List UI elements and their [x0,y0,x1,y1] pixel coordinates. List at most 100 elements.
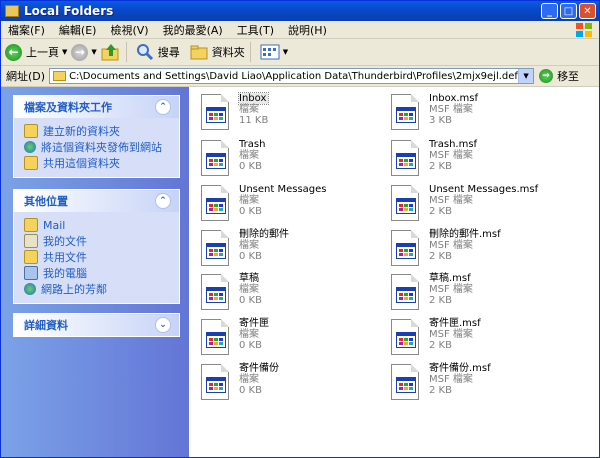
place-my-computer[interactable]: 我的電腦 [24,265,179,281]
file-size: 0 KB [239,251,262,262]
place-shared-documents[interactable]: 共用文件 [24,249,179,265]
explorer-window: Local Folders _ □ ✕ 檔案(F) 編輯(E) 檢視(V) 我的… [0,0,600,458]
place-my-documents[interactable]: 我的文件 [24,233,179,249]
menu-file[interactable]: 檔案(F) [1,22,52,38]
task-share-folder[interactable]: 共用這個資料夾 [24,155,179,171]
file-view: Inbox 檔案 11 KB Inbox.msf MSF 檔案 3 KB Trash 檔案… [189,87,599,457]
up-button[interactable] [101,43,121,61]
shared-documents-icon [24,250,38,264]
close-button[interactable]: ✕ [579,3,596,19]
file-item[interactable]: Trash.msf MSF 檔案 2 KB [389,139,579,183]
other-places-panel: 其他位置 ⌃ Mail 我的文件 共用文件 我的電腦 網路上的芳鄰 [13,189,180,304]
forward-dropdown-icon[interactable]: ▼ [91,48,96,56]
file-type: MSF 檔案 [429,150,473,161]
address-dropdown-icon[interactable]: ▼ [518,69,534,83]
task-pane: 檔案及資料夾工作 ⌃ 建立新的資料夾 將這個資料夾發佈到網站 共用這個資料夾 其… [1,87,189,457]
menu-help[interactable]: 說明(H) [281,22,334,38]
address-label: 網址(D) [6,70,46,83]
details-title: 詳細資料 [24,319,68,332]
file-type: 檔案 [239,104,259,115]
shared-folder-icon [24,156,38,170]
file-name: Unsent Messages.msf [429,184,539,195]
file-name: Unsent Messages [239,184,327,195]
file-icon [199,363,235,405]
go-arrow-icon: → [539,69,554,83]
file-item[interactable]: 寄件備份.msf MSF 檔案 2 KB [389,363,579,407]
forward-arrow-icon: → [71,43,89,61]
menu-favorites[interactable]: 我的最愛(A) [156,22,230,38]
file-item[interactable]: Inbox 檔案 11 KB [199,92,389,137]
forward-button[interactable]: → ▼ [71,43,97,61]
file-size: 2 KB [429,161,452,172]
documents-icon [24,234,38,248]
folder-icon [53,71,67,81]
views-dropdown-icon[interactable]: ▼ [283,48,288,56]
file-item[interactable]: Trash 檔案 0 KB [199,139,389,183]
place-label: 我的文件 [43,235,87,248]
title-bar[interactable]: Local Folders _ □ ✕ [1,1,599,21]
file-icon [389,318,425,360]
back-dropdown-icon[interactable]: ▼ [62,48,67,56]
file-tasks-header[interactable]: 檔案及資料夾工作 ⌃ [14,96,179,118]
details-header[interactable]: 詳細資料 ⌄ [14,314,179,336]
file-icon [199,139,235,181]
file-size: 0 KB [239,206,262,217]
toolbar-separator [125,42,127,62]
search-icon [136,44,153,61]
minimize-button[interactable]: _ [541,3,558,19]
file-icon [389,139,425,181]
file-item[interactable]: 寄件匣 檔案 0 KB [199,318,389,362]
file-name: Inbox [237,92,270,105]
address-bar: 網址(D) C:\Documents and Settings\David Li… [1,66,599,87]
computer-icon [24,266,38,280]
file-item[interactable]: 草稿.msf MSF 檔案 2 KB [389,273,579,317]
file-name: 刪除的郵件.msf [429,229,501,240]
task-label: 共用這個資料夾 [43,157,120,170]
menu-view[interactable]: 檢視(V) [103,22,155,38]
file-type: 檔案 [239,374,259,385]
toolbar: ← 上一頁 ▼ → ▼ 搜尋 資料夾 ▼ [1,39,599,66]
folders-label: 資料夾 [211,46,245,59]
file-size: 2 KB [429,385,452,396]
maximize-button[interactable]: □ [560,3,577,19]
folder-icon [24,218,38,232]
menu-edit[interactable]: 編輯(E) [52,22,104,38]
file-item[interactable]: 寄件匣.msf MSF 檔案 2 KB [389,318,579,362]
folders-button[interactable]: 資料夾 [190,44,245,60]
file-size: 2 KB [429,251,452,262]
go-button[interactable]: → 移至 [539,68,579,84]
file-item[interactable]: 寄件備份 檔案 0 KB [199,363,389,407]
file-icon [199,229,235,271]
task-new-folder[interactable]: 建立新的資料夾 [24,123,179,139]
back-button[interactable]: ← 上一頁 ▼ [5,43,67,61]
task-publish-web[interactable]: 將這個資料夾發佈到網站 [24,139,179,155]
file-icon [199,93,235,135]
place-mail[interactable]: Mail [24,217,179,233]
file-type: 檔案 [239,329,259,340]
collapse-icon[interactable]: ⌃ [155,99,171,115]
collapse-icon[interactable]: ⌃ [155,193,171,209]
file-type: MSF 檔案 [429,195,473,206]
views-button[interactable]: ▼ [260,44,288,60]
file-type: 檔案 [239,284,259,295]
file-icon [199,184,235,226]
file-size: 3 KB [429,115,452,126]
address-input[interactable]: C:\Documents and Settings\David Liao\App… [49,68,535,84]
task-label: 建立新的資料夾 [43,125,120,138]
expand-icon[interactable]: ⌄ [155,317,171,333]
file-icon [389,93,425,135]
file-item[interactable]: Inbox.msf MSF 檔案 3 KB [389,93,579,137]
place-network[interactable]: 網路上的芳鄰 [24,281,179,297]
file-item[interactable]: Unsent Messages 檔案 0 KB [199,184,389,228]
file-item[interactable]: 草稿 檔案 0 KB [199,273,389,317]
file-item[interactable]: 刪除的郵件.msf MSF 檔案 2 KB [389,229,579,273]
folder-up-icon [101,44,119,61]
file-size: 0 KB [239,340,262,351]
other-places-header[interactable]: 其他位置 ⌃ [14,190,179,212]
menu-tools[interactable]: 工具(T) [230,22,281,38]
file-item[interactable]: Unsent Messages.msf MSF 檔案 2 KB [389,184,579,228]
search-button[interactable]: 搜尋 [136,43,180,61]
file-item[interactable]: 刪除的郵件 檔案 0 KB [199,229,389,273]
file-tasks-title: 檔案及資料夾工作 [24,101,112,114]
go-label: 移至 [557,70,580,83]
